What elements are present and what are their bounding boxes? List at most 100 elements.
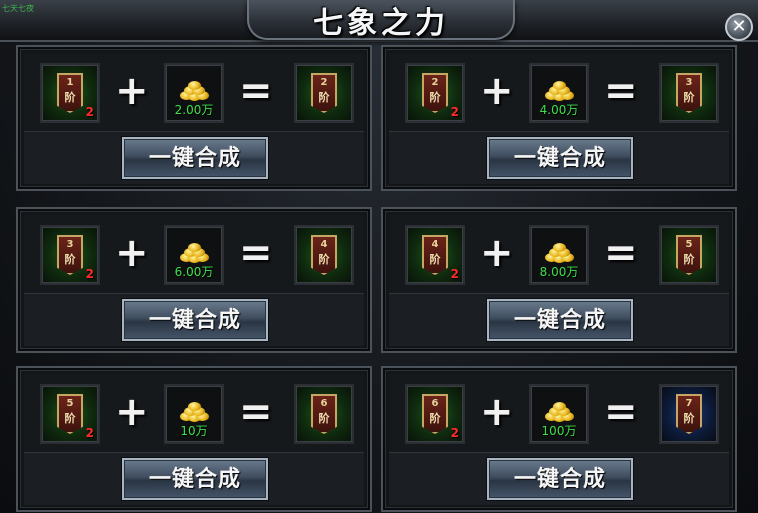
gold-cost: 4.00万 [539,103,579,117]
output-tier-number: 5 [685,239,693,250]
input-quantity: 2 [450,267,459,281]
tier-banner-icon: 4阶 [422,235,448,275]
tier-banner-icon: 6阶 [422,394,448,434]
input-tier-number: 6 [431,398,439,409]
title-plate: 七象之力 [247,0,515,41]
recipe-panel-3: 3 阶 2 +6.00万 = 4 阶一键合成 [16,207,372,353]
one-click-merge-button[interactable]: 一键合成 [487,299,633,341]
one-click-merge-button[interactable]: 一键合成 [487,458,633,500]
tier-char: 阶 [64,91,76,104]
gold-cost-slot[interactable]: 100万 [529,384,589,444]
output-item-slot[interactable]: 4阶 [294,225,354,285]
gold-cost: 6.00万 [174,265,214,279]
equals-sign: = [604,389,638,435]
input-tier-number: 2 [431,77,439,88]
input-tier-number: 3 [66,239,74,250]
action-row: 一键合成 [389,452,729,505]
input-quantity: 2 [85,267,94,281]
recipe-row: 5 阶 2 +10万 = 6 阶 [24,374,364,452]
equals-sign: = [239,389,273,435]
window-title: 七象之力 [313,6,449,41]
input-item-slot[interactable]: 2阶2 [405,63,465,123]
recipe-panel-5: 5 阶 2 +10万 = 6 阶一键合成 [16,366,372,512]
gold-cost: 2.00万 [174,103,214,117]
plus-sign: + [115,389,149,435]
tier-char: 阶 [683,412,695,425]
output-tier-number: 2 [320,77,328,88]
one-click-merge-button[interactable]: 一键合成 [122,137,268,179]
recipe-row: 3 阶 2 +6.00万 = 4 阶 [24,215,364,293]
close-icon: ✕ [731,16,747,37]
tier-banner-icon: 7阶 [676,394,702,434]
one-click-merge-button[interactable]: 一键合成 [487,137,633,179]
tier-char: 阶 [429,253,441,266]
equals-sign: = [239,68,273,114]
recipe-row: 4 阶 2 +8.00万 = 5 阶 [389,215,729,293]
output-item-slot[interactable]: 3阶 [659,63,719,123]
input-quantity: 2 [85,426,94,440]
output-tier-number: 3 [685,77,693,88]
gold-cost-slot[interactable]: 4.00万 [529,63,589,123]
tier-banner-icon: 3阶 [676,73,702,113]
input-item-slot[interactable]: 4阶2 [405,225,465,285]
gold-coins-icon [178,241,212,263]
input-tier-number: 4 [431,239,439,250]
tier-char: 阶 [318,91,330,104]
recipe-panel-1: 1 阶 2 +2.00万 = 2 阶一键合成 [16,45,372,191]
tier-banner-icon: 2阶 [422,73,448,113]
gold-coins-icon [543,241,577,263]
output-item-slot[interactable]: 6阶 [294,384,354,444]
recipe-row: 6 阶 2 +100万 = 7 阶 [389,374,729,452]
gold-cost-slot[interactable]: 2.00万 [164,63,224,123]
one-click-merge-button[interactable]: 一键合成 [122,299,268,341]
output-item-slot[interactable]: 7阶 [659,384,719,444]
tier-banner-icon: 2阶 [311,73,337,113]
tier-banner-icon: 6阶 [311,394,337,434]
plus-sign: + [115,230,149,276]
gold-cost: 10万 [180,424,208,438]
input-item-slot[interactable]: 1阶2 [40,63,100,123]
input-item-slot[interactable]: 5阶2 [40,384,100,444]
merge-window: 七天七夜 七象之力 ✕ 1 阶 2 +2.00万 = 2 阶一键合成 2 阶 2 +4.00万 = 3 阶… [0,0,758,513]
recipe-panel-4: 4 阶 2 +8.00万 = 5 阶一键合成 [381,207,737,353]
gold-cost-slot[interactable]: 10万 [164,384,224,444]
tier-char: 阶 [64,253,76,266]
tier-banner-icon: 5阶 [57,394,83,434]
tier-char: 阶 [64,412,76,425]
equals-sign: = [604,230,638,276]
input-tier-number: 1 [66,77,74,88]
equals-sign: = [239,230,273,276]
input-item-slot[interactable]: 3阶2 [40,225,100,285]
gold-cost-slot[interactable]: 8.00万 [529,225,589,285]
output-tier-number: 6 [320,398,328,409]
plus-sign: + [115,68,149,114]
tier-char: 阶 [429,91,441,104]
input-item-slot[interactable]: 6阶2 [405,384,465,444]
output-tier-number: 7 [685,398,693,409]
input-quantity: 2 [450,105,459,119]
recipe-panel-6: 6 阶 2 +100万 = 7 阶一键合成 [381,366,737,512]
input-tier-number: 5 [66,398,74,409]
gold-coins-icon [543,400,577,422]
action-row: 一键合成 [24,293,364,346]
input-quantity: 2 [85,105,94,119]
output-item-slot[interactable]: 2阶 [294,63,354,123]
gold-cost: 8.00万 [539,265,579,279]
tier-char: 阶 [683,253,695,266]
equals-sign: = [604,68,638,114]
action-row: 一键合成 [24,452,364,505]
output-tier-number: 4 [320,239,328,250]
input-quantity: 2 [450,426,459,440]
tier-banner-icon: 1阶 [57,73,83,113]
tier-banner-icon: 5阶 [676,235,702,275]
tier-banner-icon: 3阶 [57,235,83,275]
gold-cost-slot[interactable]: 6.00万 [164,225,224,285]
one-click-merge-button[interactable]: 一键合成 [122,458,268,500]
recipe-panel-2: 2 阶 2 +4.00万 = 3 阶一键合成 [381,45,737,191]
action-row: 一键合成 [389,131,729,184]
tier-char: 阶 [683,91,695,104]
tier-char: 阶 [429,412,441,425]
output-item-slot[interactable]: 5阶 [659,225,719,285]
close-button[interactable]: ✕ [725,13,753,41]
plus-sign: + [480,68,514,114]
